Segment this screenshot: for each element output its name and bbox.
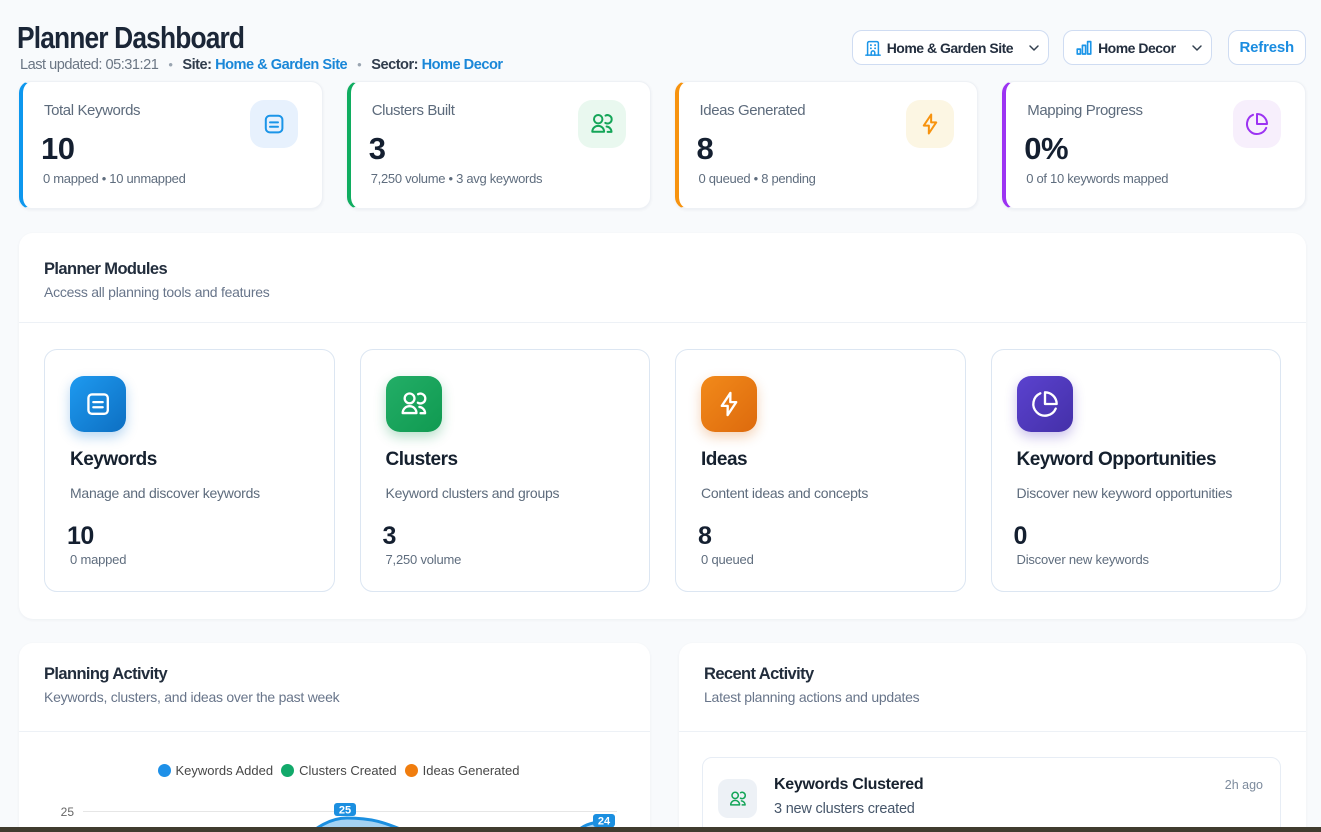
svg-text:25: 25 [339, 805, 351, 817]
svg-text:24: 24 [598, 816, 611, 828]
